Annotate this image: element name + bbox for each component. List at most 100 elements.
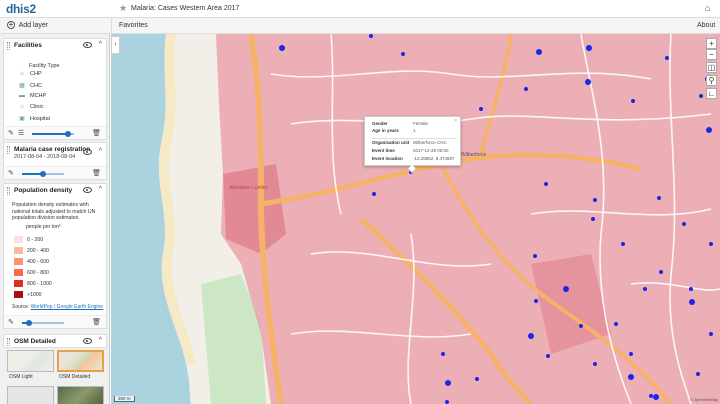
legend-unit: people per km² xyxy=(26,224,61,230)
hospital-icon: ▣ xyxy=(19,116,25,122)
chevron-up-icon[interactable]: ^ xyxy=(99,148,102,155)
population-card-footer: ✎ 🗑 xyxy=(4,315,106,328)
visibility-eye-icon[interactable] xyxy=(83,187,92,193)
add-layer-button[interactable]: + Add layer xyxy=(7,21,48,29)
dhis2-logo[interactable]: dhis2 xyxy=(6,2,36,16)
opacity-slider-knob[interactable] xyxy=(40,171,46,177)
legend-swatch xyxy=(14,258,23,265)
map-canvas[interactable]: Wilberforce Aberdeen Lumley xyxy=(111,34,720,404)
ambulance-icon: ▬ xyxy=(19,93,25,99)
popup-row: Event time 2017-12-28 00:00 xyxy=(372,148,449,153)
header-bar: dhis2 ★ Malaria: Cases Western Area 2017… xyxy=(0,0,720,18)
malaria-title: Malaria case registration xyxy=(14,146,91,153)
legend-swatch xyxy=(14,269,23,276)
facilities-card-footer: ✎ ☰ 🗑 xyxy=(4,126,106,139)
drag-handle-icon[interactable] xyxy=(7,42,10,50)
favorites-menu[interactable]: Favorites xyxy=(119,22,148,29)
drag-handle-icon[interactable] xyxy=(7,338,10,346)
about-menu[interactable]: About xyxy=(697,22,715,29)
event-popup: × Gender Female Age in years 1 Organisatio… xyxy=(364,116,461,174)
popup-row: Gender Female xyxy=(372,121,429,126)
legend-class: 200 - 400 xyxy=(14,247,49,254)
add-layer-label: Add layer xyxy=(18,22,49,29)
basemap-card-header: OSM Detailed ^ xyxy=(3,334,107,348)
edit-pencil-icon[interactable]: ✎ xyxy=(8,129,14,137)
map-title: Malaria: Cases Western Area 2017 xyxy=(131,5,240,12)
data-source: Source: WorldPop / Google Earth Engine xyxy=(12,304,104,310)
collapse-panel-button[interactable]: ‹ xyxy=(111,36,120,54)
delete-trash-icon[interactable]: 🗑 xyxy=(92,318,101,326)
delete-trash-icon[interactable]: 🗑 xyxy=(92,129,101,137)
legend-class: 600 - 800 xyxy=(14,269,49,276)
opacity-slider[interactable] xyxy=(22,320,64,326)
density-overlay-main xyxy=(216,34,720,404)
map-attribution[interactable]: © OpenStreetMap xyxy=(690,398,718,402)
facilities-title: Facilities xyxy=(14,42,42,49)
basemap-option-osm-detailed[interactable] xyxy=(57,350,104,372)
facility-type-legend-title: Facility Type xyxy=(29,63,60,69)
chevron-up-icon[interactable]: ^ xyxy=(99,186,102,193)
legend-class: 400 - 600 xyxy=(14,258,49,265)
map-label-aberdeen: Aberdeen Lumley xyxy=(229,185,269,191)
map-label-wilberforce: Wilberforce xyxy=(461,152,487,158)
edit-pencil-icon[interactable]: ✎ xyxy=(8,169,14,177)
legend-item: ▦ CHC xyxy=(19,83,42,89)
legend-item: ⌂ Clinic xyxy=(18,104,43,112)
edit-pencil-icon[interactable]: ✎ xyxy=(8,318,14,326)
popup-divider xyxy=(372,138,457,139)
basemap-option-label: OSM Light xyxy=(9,374,33,380)
delete-trash-icon[interactable]: 🗑 xyxy=(92,169,101,177)
home-icon[interactable]: ⌂ xyxy=(705,3,710,13)
toolbar-divider xyxy=(111,18,112,34)
toolbar: + Add layer Favorites About xyxy=(0,18,720,34)
map-svg: Wilberforce Aberdeen Lumley xyxy=(111,34,720,404)
legend-swatch xyxy=(14,247,23,254)
legend-class: >1000 xyxy=(14,291,42,298)
building-icon: ▦ xyxy=(19,83,25,89)
opacity-slider[interactable] xyxy=(32,131,74,137)
opacity-slider-fill xyxy=(22,173,42,175)
visibility-eye-icon[interactable] xyxy=(83,149,92,155)
drag-handle-icon[interactable] xyxy=(7,187,10,195)
zoom-in-button[interactable]: + xyxy=(706,38,717,49)
basemap-option-osm-light[interactable] xyxy=(7,350,54,372)
malaria-layer-card: Malaria case registration 2017-08-04 - 2… xyxy=(3,142,107,180)
clinic-icon: ⌂ xyxy=(20,104,24,110)
legend-swatch xyxy=(14,280,23,287)
population-density-layer-card: Population density ^ Population density … xyxy=(3,183,107,329)
visibility-eye-icon[interactable] xyxy=(83,338,92,344)
opacity-slider[interactable] xyxy=(22,171,64,177)
legend-item: ▣ Hospital xyxy=(19,116,50,122)
house-icon: ⌂ xyxy=(20,71,24,77)
zoom-out-button[interactable]: − xyxy=(706,49,717,60)
opacity-slider-knob[interactable] xyxy=(65,131,71,137)
basemap-option-satellite[interactable] xyxy=(57,386,104,404)
popup-row: Age in years 1 xyxy=(372,128,416,133)
legend-class: 800 - 1000 xyxy=(14,280,52,287)
legend-item: ⌂ CHP xyxy=(18,71,41,79)
opacity-slider-knob[interactable] xyxy=(26,320,32,326)
visibility-eye-icon[interactable] xyxy=(83,42,92,48)
legend-swatch xyxy=(14,291,23,298)
chevron-up-icon[interactable]: ^ xyxy=(99,337,102,344)
plus-circle-icon: + xyxy=(7,20,15,29)
basemap-option-streets[interactable] xyxy=(7,386,54,404)
malaria-card-footer: ✎ 🗑 xyxy=(4,166,106,179)
drag-handle-icon[interactable] xyxy=(7,146,10,154)
layers-panel: Facilities ^ Facility Type ⌂ CHP ▦ CHC ▬ MC… xyxy=(0,34,110,404)
legend-class: 0 - 200 xyxy=(14,236,43,243)
population-title: Population density xyxy=(14,187,73,194)
opacity-slider-fill xyxy=(32,133,68,135)
legend-item: ▬ MCHP xyxy=(19,93,47,99)
fit-bounds-icon[interactable]: ◫ xyxy=(706,62,717,73)
close-icon[interactable]: × xyxy=(454,118,457,124)
chevron-up-icon[interactable]: ^ xyxy=(99,41,102,48)
facilities-card-header: Facilities ^ xyxy=(4,39,106,53)
facilities-layer-card: Facilities ^ Facility Type ⌂ CHP ▦ CHC ▬ MC… xyxy=(3,38,107,140)
search-icon[interactable]: ⚲ xyxy=(706,75,717,86)
data-table-icon[interactable]: ☰ xyxy=(18,129,24,137)
source-link[interactable]: WorldPop / Google Earth Engine xyxy=(31,304,103,310)
star-icon[interactable]: ★ xyxy=(119,3,127,14)
measure-icon[interactable]: ∟ xyxy=(706,88,717,99)
population-card-header: Population density ^ xyxy=(4,184,106,198)
